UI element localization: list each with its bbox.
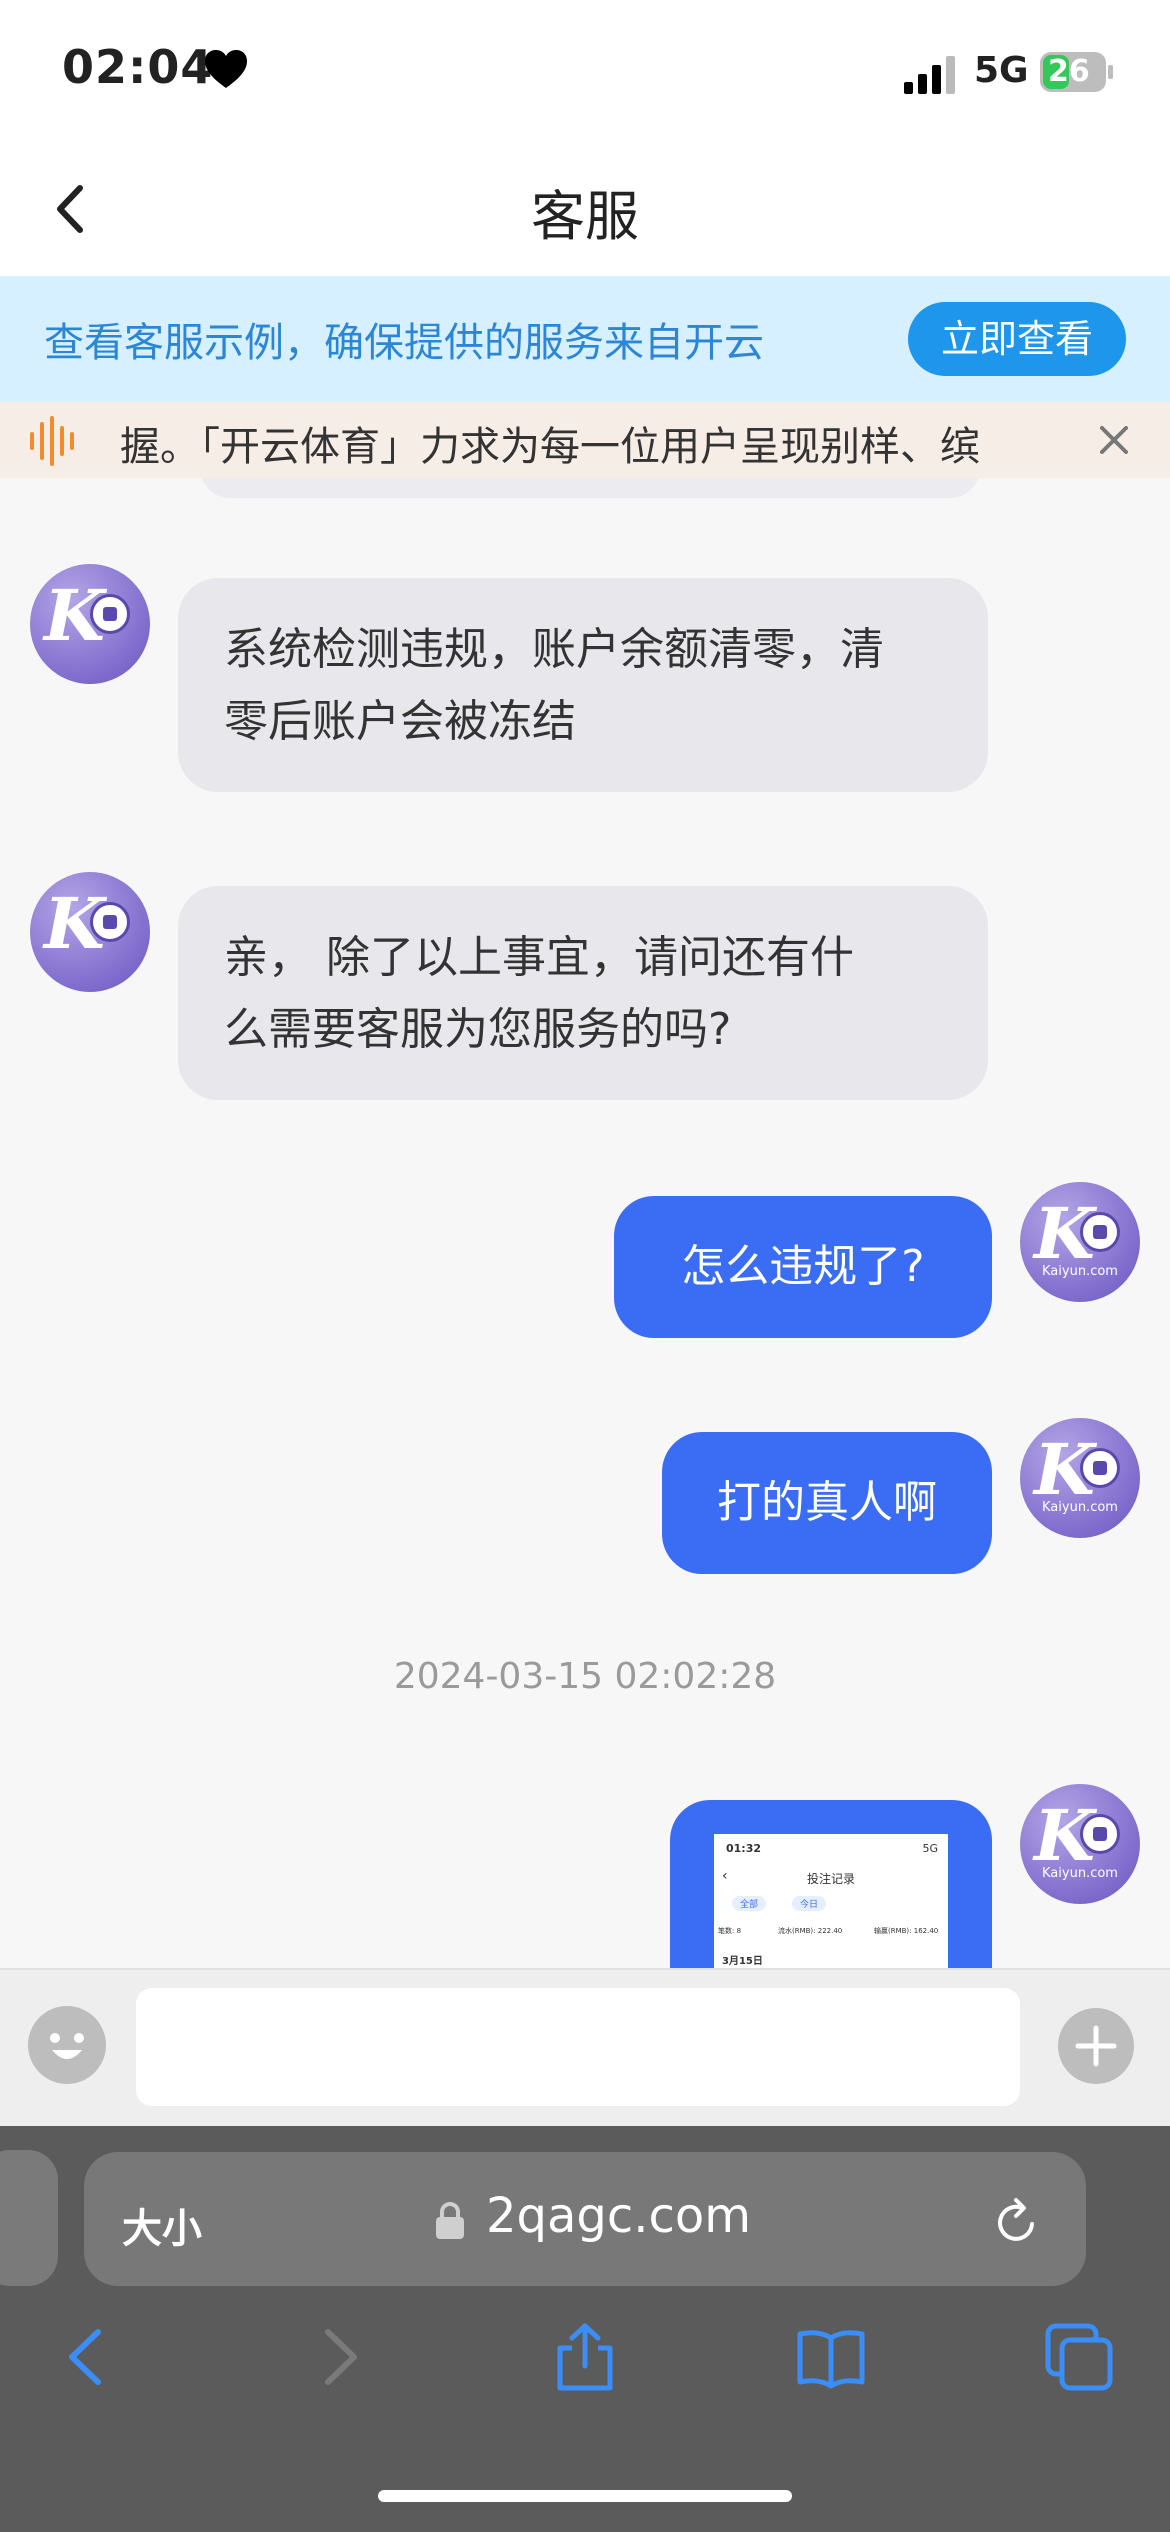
network-label: 5G xyxy=(974,50,1029,91)
thumb-stat: 流水(RMB): 222.40 xyxy=(778,1927,843,1935)
tabs-icon[interactable] xyxy=(1044,2322,1114,2392)
thumb-network: 5G xyxy=(922,1842,938,1855)
user-avatar[interactable]: K Kaiyun.com xyxy=(1020,1418,1140,1538)
thumb-stat: 输赢(RMB): 162.40 xyxy=(874,1927,939,1935)
thumb-title: 投注记录 xyxy=(806,1872,855,1886)
brand-text: Kaiyun.com xyxy=(1042,1866,1118,1881)
page-settings-button[interactable]: 大小 xyxy=(122,2196,202,2254)
message-text: 零后账户会被冻结 xyxy=(224,696,576,747)
thumb-filter: 全部 xyxy=(732,1896,767,1911)
brand-text: Kaiyun.com xyxy=(1042,1500,1118,1515)
agent-avatar[interactable]: K xyxy=(30,872,150,992)
message-text: 亲， 除了以上事宜，请问还有什 xyxy=(224,932,854,983)
agent-avatar[interactable]: K xyxy=(30,564,150,684)
soccer-ball-icon xyxy=(90,902,130,942)
message-bubble-outgoing[interactable]: 怎么违规了? xyxy=(614,1196,992,1338)
plus-button[interactable] xyxy=(1058,2008,1134,2084)
emoji-button[interactable] xyxy=(28,2006,106,2084)
message-text: 系统检测违规，账户余额清零，清 xyxy=(224,624,884,675)
page-title: 客服 xyxy=(531,185,639,248)
soccer-ball-icon xyxy=(90,594,130,634)
back-nav-icon[interactable] xyxy=(52,2322,122,2392)
sound-wave-icon xyxy=(30,416,74,466)
message-bubble-incoming[interactable]: 系统检测违规，账户余额清零，清 零后账户会被冻结 xyxy=(178,578,988,792)
chat-area[interactable]: K 系统检测违规，账户余额清零，清 零后账户会被冻结 K 亲， 除了以上事宜，请… xyxy=(0,478,1170,1968)
thumb-date: 3月15日 xyxy=(722,1956,763,1967)
battery-icon: 26 xyxy=(1040,52,1114,92)
message-timestamp: 2024-03-15 02:02:28 xyxy=(393,1656,777,1697)
home-indicator xyxy=(378,2490,792,2502)
close-icon[interactable] xyxy=(1092,418,1136,462)
thumb-stat: 笔数: 8 xyxy=(718,1927,742,1935)
forward-nav-icon[interactable] xyxy=(304,2322,374,2392)
notice-text: 查看客服示例，确保提供的服务来自开云 xyxy=(44,320,764,366)
user-avatar[interactable]: K Kaiyun.com xyxy=(1020,1784,1140,1904)
bookmarks-icon[interactable] xyxy=(796,2322,866,2392)
marquee-text: 握。「开云体育」力求为每一位用户呈现别样、缤 xyxy=(120,424,980,470)
lock-icon xyxy=(436,2202,464,2239)
soccer-ball-icon xyxy=(1080,1814,1120,1854)
soccer-ball-icon xyxy=(1080,1448,1120,1488)
message-text: 怎么违规了? xyxy=(681,1241,925,1292)
message-text: 打的真人啊 xyxy=(717,1477,937,1528)
message-input[interactable] xyxy=(136,1988,1020,2106)
brand-text: Kaiyun.com xyxy=(1042,1264,1118,1279)
view-now-button[interactable]: 立即查看 xyxy=(908,302,1126,376)
message-text: 么需要客服为您服务的吗? xyxy=(224,1004,732,1055)
url-text[interactable]: 2qagc.com xyxy=(486,2188,751,2244)
screenshot-thumbnail[interactable]: 01:32 5G ‹ 投注记录 全部 今日 笔数: 8 流水(RMB): 222… xyxy=(714,1834,948,1968)
message-bubble-incoming[interactable]: 亲， 除了以上事宜，请问还有什 么需要客服为您服务的吗? xyxy=(178,886,988,1100)
signal-icon xyxy=(904,56,955,94)
reload-icon[interactable] xyxy=(992,2196,1042,2248)
share-icon[interactable] xyxy=(550,2322,620,2392)
previous-tab[interactable] xyxy=(0,2150,58,2286)
previous-bubble-edge xyxy=(200,478,980,498)
user-avatar[interactable]: K Kaiyun.com xyxy=(1020,1182,1140,1302)
thumb-filter: 今日 xyxy=(792,1896,827,1911)
thumb-time: 01:32 xyxy=(726,1842,762,1855)
image-message-bubble[interactable]: 01:32 5G ‹ 投注记录 全部 今日 笔数: 8 流水(RMB): 222… xyxy=(670,1800,992,1968)
plus-icon xyxy=(1075,2025,1117,2067)
battery-level: 26 xyxy=(1048,54,1090,89)
heart-icon xyxy=(205,50,247,88)
soccer-ball-icon xyxy=(1080,1212,1120,1252)
status-time: 02:04 xyxy=(62,40,214,94)
emoji-icon xyxy=(50,2033,84,2059)
message-bubble-outgoing[interactable]: 打的真人啊 xyxy=(662,1432,992,1574)
